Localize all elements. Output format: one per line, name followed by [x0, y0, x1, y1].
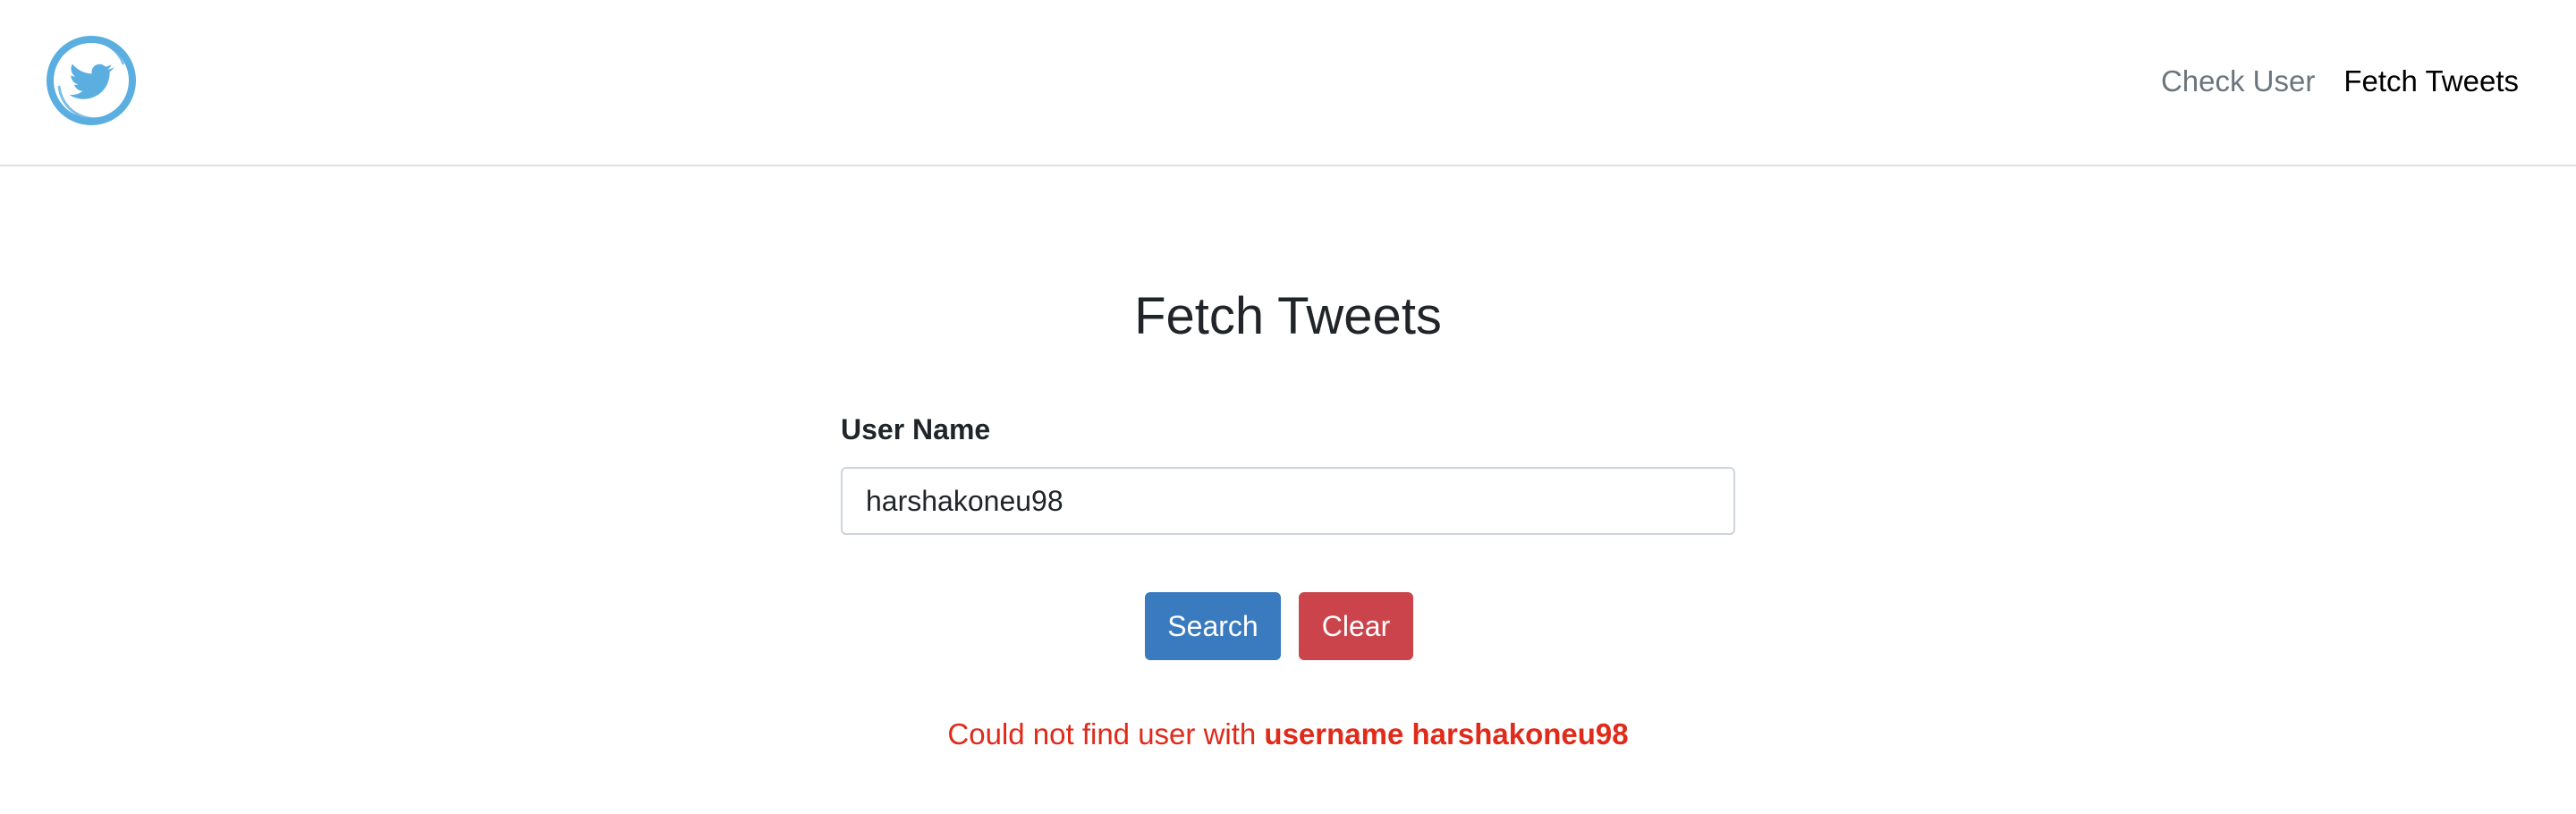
search-button[interactable]: Search [1145, 592, 1281, 660]
nav-link-check-user[interactable]: Check User [2161, 64, 2315, 98]
clear-button[interactable]: Clear [1299, 592, 1413, 660]
user-name-input[interactable] [841, 467, 1735, 535]
navbar: Check User Fetch Tweets [0, 0, 2576, 166]
twitter-bird-icon[interactable] [45, 34, 138, 127]
user-name-label: User Name [841, 413, 991, 445]
nav-links: Check User Fetch Tweets [2161, 59, 2519, 104]
error-message-username: username harshakoneu98 [1264, 717, 1629, 750]
page-title: Fetch Tweets [1134, 287, 1442, 345]
main-content: Fetch Tweets User Name Search Clear Coul… [0, 166, 2576, 814]
error-message: Could not find user with username harsha… [0, 717, 2576, 751]
error-message-prefix: Could not find user with [947, 717, 1265, 750]
nav-link-fetch-tweets[interactable]: Fetch Tweets [2343, 64, 2519, 98]
